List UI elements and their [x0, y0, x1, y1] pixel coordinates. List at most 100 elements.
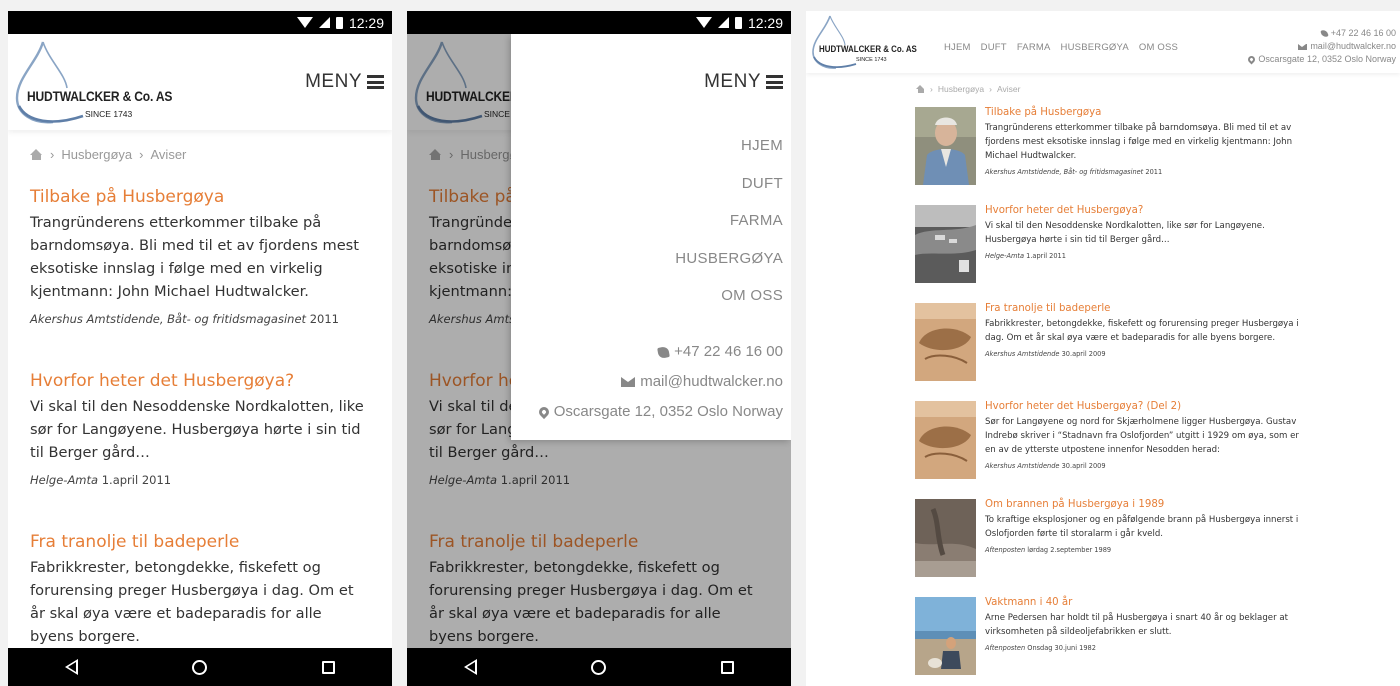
article-summary: Trangründerens etterkommer tilbake på ba… [30, 214, 360, 300]
menu-label: MENY [704, 71, 761, 92]
article-item: Hvorfor heter det Husbergøya? Vi skal ti… [915, 204, 1305, 302]
status-time: 12:29 [747, 14, 783, 31]
article-thumbnail[interactable] [915, 107, 976, 185]
article-thumbnail[interactable] [915, 401, 976, 479]
nav-item-duft[interactable]: DUFT [981, 42, 1007, 53]
contact-phone-link[interactable]: +47 22 46 16 00 [539, 337, 783, 367]
home-icon[interactable] [30, 149, 43, 160]
article-thumbnail[interactable] [915, 205, 976, 283]
envelope-icon [1298, 43, 1308, 50]
page-content: › Husbergøya › Aviser Tilbake på Husberg… [8, 130, 392, 648]
nav-item-hjem[interactable]: HJEM [944, 42, 971, 53]
battery-icon [734, 16, 742, 29]
breadcrumb-item: Aviser [150, 147, 187, 162]
site-logo[interactable]: HUDTWALCKER & Co. AS SINCE 1743 [13, 38, 203, 124]
brand-name: HUDTWALCKER & Co. AS [819, 44, 917, 54]
breadcrumb-separator: › [989, 84, 992, 94]
hamburger-icon [367, 75, 384, 89]
article-item: Tilbake på Husbergøya Trangründerens ett… [30, 186, 370, 326]
contact-info: +47 22 46 16 00 mail@hudtwalcker.no Osca… [1246, 27, 1396, 66]
nav-item-hjem[interactable]: HJEM [675, 135, 783, 173]
signal-icon [717, 17, 729, 28]
status-bar: 12:29 [8, 11, 392, 34]
article-title-link[interactable]: Fra tranolje til badeperle [985, 302, 1305, 316]
article-title-link[interactable]: Om brannen på Husbergøya i 1989 [985, 498, 1305, 512]
home-circle-icon[interactable] [192, 659, 208, 675]
article-source: Aftenposten lørdag 2.september 1989 [985, 546, 1112, 554]
breadcrumb-separator: › [50, 147, 55, 162]
back-icon[interactable] [464, 659, 478, 675]
article-source: Akershus Amtstidende 30.april 2009 [985, 350, 1106, 358]
article-item: Fra tranolje til badeperle Fabrikkrester… [30, 531, 370, 648]
battery-icon [335, 16, 343, 29]
smoke-photo-icon [915, 499, 976, 577]
man-with-dog-photo-icon [915, 597, 976, 675]
nav-item-duft[interactable]: DUFT [675, 173, 783, 211]
article-title-link[interactable]: Hvorfor heter det Husbergøya? [30, 370, 370, 392]
nav-item-farma[interactable]: FARMA [675, 210, 783, 248]
article-summary: Arne Pedersen har holdt til på Husbergøy… [985, 613, 1288, 637]
article-title-link[interactable]: Tilbake på Husbergøya [30, 186, 370, 208]
sepia-island-photo-icon [915, 303, 976, 381]
article-text: Hvorfor heter det Husbergøya? Vi skal ti… [985, 204, 1305, 260]
article-thumbnail[interactable] [915, 499, 976, 577]
article-text: Hvorfor heter det Husbergøya? (Del 2) Sø… [985, 400, 1305, 470]
article-title-link[interactable]: Hvorfor heter det Husbergøya? [985, 204, 1305, 218]
site-header: HUDTWALCKER & Co. AS SINCE 1743 HJEM DUF… [806, 11, 1400, 73]
article-title-link[interactable]: Fra tranolje til badeperle [30, 531, 370, 553]
wifi-icon [695, 17, 712, 28]
article-title-link[interactable]: Hvorfor heter det Husbergøya? (Del 2) [985, 400, 1305, 414]
article-text: Tilbake på Husbergøya Trangründerens ett… [985, 106, 1305, 176]
article-summary: Fabrikkrester, betongdekke, fiskefett og… [985, 319, 1299, 343]
contact-info: +47 22 46 16 00 mail@hudtwalcker.no Osca… [536, 337, 783, 427]
mobile-screen-list: 12:29 HUDTWALCKER & Co. AS SINCE 1743 ME… [8, 11, 392, 686]
site-logo[interactable]: HUDTWALCKER & Co. AS SINCE 1743 [810, 13, 930, 69]
breadcrumb-separator: › [139, 147, 144, 162]
status-time: 12:29 [348, 14, 384, 31]
android-nav-bar [407, 648, 791, 686]
article-summary: To kraftige eksplosjoner og en påfølgend… [985, 515, 1299, 539]
home-circle-icon[interactable] [591, 659, 607, 675]
nav-item-om-oss[interactable]: OM OSS [1139, 42, 1178, 53]
mobile-screen-menu-open: 12:29 HUDTWALCKER & Co. AS SINCE 1743 › … [407, 11, 791, 686]
signal-icon [318, 17, 330, 28]
phone-icon [657, 345, 671, 359]
sepia-island-photo-icon [915, 401, 976, 479]
breadcrumb: › Husbergøya › Aviser [30, 147, 370, 162]
article-source: Akershus Amtstidende 30.april 2009 [985, 462, 1106, 470]
article-source: Akershus Amtstidende, Båt- og fritidsmag… [985, 168, 1163, 176]
map-pin-icon [536, 404, 551, 420]
contact-phone-link[interactable]: +47 22 46 16 00 [1248, 27, 1396, 40]
article-title-link[interactable]: Tilbake på Husbergøya [985, 106, 1305, 120]
map-pin-icon [1246, 54, 1257, 65]
breadcrumb-separator: › [930, 84, 933, 94]
site-header: HUDTWALCKER & Co. AS SINCE 1743 MENY [8, 34, 392, 130]
phone-icon [1320, 29, 1329, 38]
breadcrumb-item[interactable]: Husbergøya [938, 84, 984, 94]
article-source: Akershus Amtstidende, Båt- og fritidsmag… [30, 312, 339, 326]
brand-since: SINCE 1743 [856, 57, 887, 63]
contact-email-link[interactable]: mail@hudtwalcker.no [1248, 40, 1396, 53]
home-icon[interactable] [916, 85, 925, 93]
brand-since: SINCE 1743 [85, 109, 133, 119]
article-title-link[interactable]: Vaktmann i 40 år [985, 596, 1305, 610]
back-icon[interactable] [65, 659, 79, 675]
article-text: Om brannen på Husbergøya i 1989 To kraft… [985, 498, 1305, 554]
nav-item-om-oss[interactable]: OM OSS [675, 285, 783, 323]
article-list: Tilbake på Husbergøya Trangründerens ett… [915, 106, 1305, 686]
menu-toggle-button[interactable]: MENY [704, 71, 783, 93]
nav-item-husbergoya[interactable]: HUSBERGØYA [1061, 42, 1129, 53]
recent-apps-icon[interactable] [720, 660, 734, 674]
contact-email-link[interactable]: mail@hudtwalcker.no [539, 367, 783, 397]
nav-item-husbergoya[interactable]: HUSBERGØYA [675, 248, 783, 286]
article-thumbnail[interactable] [915, 597, 976, 675]
nav-item-farma[interactable]: FARMA [1017, 42, 1051, 53]
wifi-icon [296, 17, 313, 28]
desktop-screen: HUDTWALCKER & Co. AS SINCE 1743 HJEM DUF… [806, 11, 1400, 686]
breadcrumb-item[interactable]: Husbergøya [61, 147, 132, 162]
article-item: Fra tranolje til badeperle Fabrikkrester… [915, 302, 1305, 400]
article-source: Helge-Amta 1.april 2011 [30, 473, 172, 487]
menu-toggle-button[interactable]: MENY [305, 71, 384, 93]
article-thumbnail[interactable] [915, 303, 976, 381]
recent-apps-icon[interactable] [321, 660, 335, 674]
